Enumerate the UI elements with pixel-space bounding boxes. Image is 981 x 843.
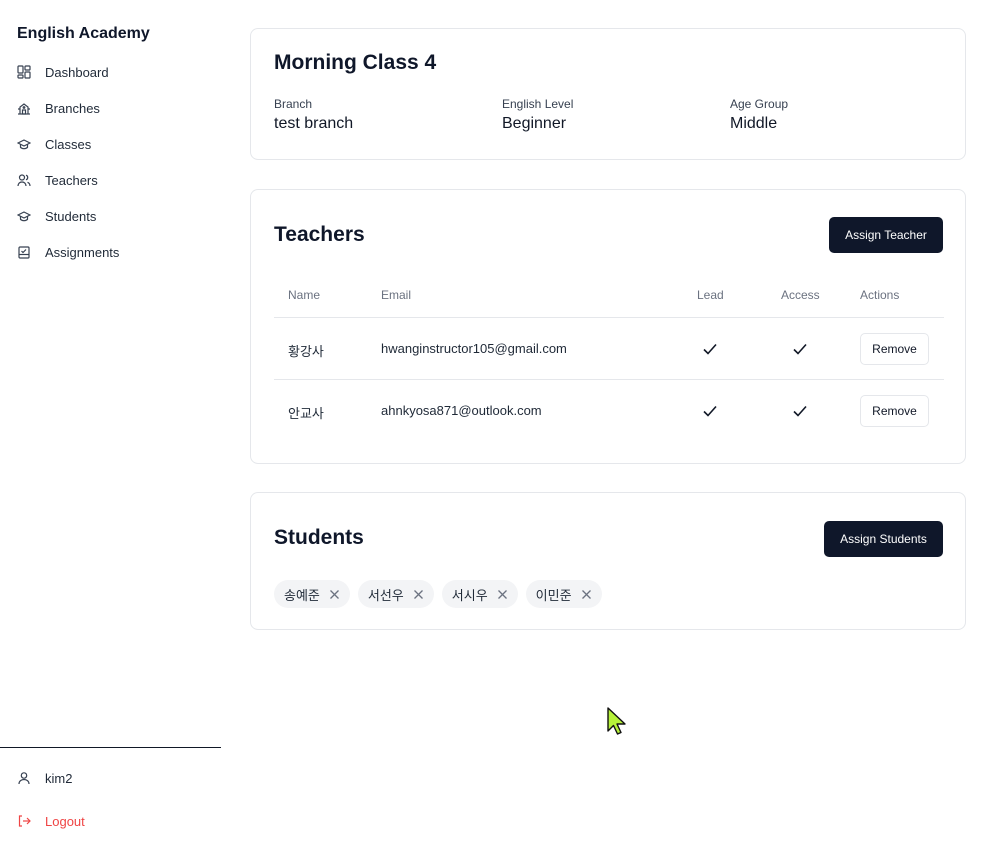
students-title: Students xyxy=(274,526,364,549)
sidebar: English Academy Dashboard Branches Class… xyxy=(0,0,221,843)
student-name: 서시우 xyxy=(451,587,488,603)
assign-teacher-button[interactable]: Assign Teacher xyxy=(829,217,943,253)
access-check-icon xyxy=(793,343,807,355)
sidebar-item-classes[interactable]: Classes xyxy=(0,126,221,162)
age-field: Age Group Middle xyxy=(730,97,788,133)
users-icon xyxy=(17,173,31,187)
remove-teacher-button[interactable]: Remove xyxy=(860,333,929,365)
branch-value: test branch xyxy=(274,115,354,132)
column-header-actions: Actions xyxy=(860,288,900,302)
sidebar-item-teachers[interactable]: Teachers xyxy=(0,162,221,198)
building-icon xyxy=(17,101,31,115)
column-header-access: Access xyxy=(781,288,820,302)
table-row: 안교사 ahnkyosa871@outlook.com Remove xyxy=(274,380,944,442)
teachers-card: Teachers Assign Teacher Name Email Lead … xyxy=(250,189,966,464)
lead-check-icon xyxy=(703,405,717,417)
student-name: 송예준 xyxy=(284,587,320,603)
student-chip: 서시우 xyxy=(441,580,518,608)
app-title: English Academy xyxy=(17,25,150,42)
student-chips: 송예준 서선우 서시우 이민준 xyxy=(274,580,602,608)
table-row: 황강사 hwanginstructor105@gmail.com Remove xyxy=(274,318,944,380)
sidebar-divider xyxy=(0,747,221,748)
sidebar-item-label: Assignments xyxy=(45,244,120,260)
remove-student-icon[interactable] xyxy=(497,589,508,600)
age-value: Middle xyxy=(730,115,778,132)
remove-student-icon[interactable] xyxy=(329,589,340,600)
level-field: English Level Beginner xyxy=(502,97,573,133)
sidebar-nav: Dashboard Branches Classes Teachers Stud… xyxy=(0,54,221,270)
graduation-cap-icon xyxy=(17,137,31,151)
student-chip: 송예준 xyxy=(274,580,350,608)
remove-student-icon[interactable] xyxy=(413,589,424,600)
sidebar-item-assignments[interactable]: Assignments xyxy=(0,234,221,270)
graduation-cap-icon xyxy=(17,209,31,223)
teacher-email: ahnkyosa871@outlook.com xyxy=(381,403,542,418)
sidebar-item-dashboard[interactable]: Dashboard xyxy=(0,54,221,90)
column-header-name: Name xyxy=(288,288,321,302)
user-name: kim2 xyxy=(45,770,73,786)
student-name: 서선우 xyxy=(367,587,404,603)
user-icon xyxy=(17,771,31,785)
level-label: English Level xyxy=(502,97,574,111)
student-chip: 서선우 xyxy=(357,580,434,608)
column-header-email: Email xyxy=(381,288,412,302)
remove-teacher-button[interactable]: Remove xyxy=(860,395,929,427)
teachers-title: Teachers xyxy=(274,223,365,246)
teacher-name: 황강사 xyxy=(288,344,324,359)
user-profile[interactable]: kim2 xyxy=(17,768,72,788)
column-header-lead: Lead xyxy=(697,288,724,302)
logout-label: Logout xyxy=(45,813,85,829)
teacher-email: hwanginstructor105@gmail.com xyxy=(381,341,567,356)
students-card: Students Assign Students 송예준 서선우 서시우 이민준 xyxy=(250,492,966,630)
age-label: Age Group xyxy=(730,97,789,111)
assign-students-button[interactable]: Assign Students xyxy=(824,521,943,557)
teacher-name: 안교사 xyxy=(288,406,324,421)
lead-check-icon xyxy=(703,343,717,355)
clipboard-check-icon xyxy=(17,245,31,259)
sidebar-item-label: Students xyxy=(45,208,97,224)
remove-student-icon[interactable] xyxy=(581,589,592,600)
sidebar-item-students[interactable]: Students xyxy=(0,198,221,234)
logout-button[interactable]: Logout xyxy=(17,811,85,831)
class-info-card: Morning Class 4 Branch test branch Engli… xyxy=(250,28,966,160)
sidebar-item-label: Teachers xyxy=(45,172,98,188)
sidebar-item-label: Dashboard xyxy=(45,64,109,80)
student-chip: 이민준 xyxy=(525,580,602,608)
access-check-icon xyxy=(793,405,807,417)
teachers-table-header: Name Email Lead Access Actions xyxy=(274,288,944,318)
dashboard-icon xyxy=(17,65,31,79)
mouse-cursor-icon xyxy=(607,707,626,735)
sidebar-item-label: Branches xyxy=(45,100,100,116)
sidebar-item-label: Classes xyxy=(45,136,92,152)
student-name: 이민준 xyxy=(535,587,572,603)
sidebar-item-branches[interactable]: Branches xyxy=(0,90,221,126)
level-value: Beginner xyxy=(502,115,567,132)
branch-field: Branch test branch xyxy=(274,97,353,133)
branch-label: Branch xyxy=(274,97,313,111)
class-title: Morning Class 4 xyxy=(274,51,437,74)
logout-icon xyxy=(17,814,31,828)
